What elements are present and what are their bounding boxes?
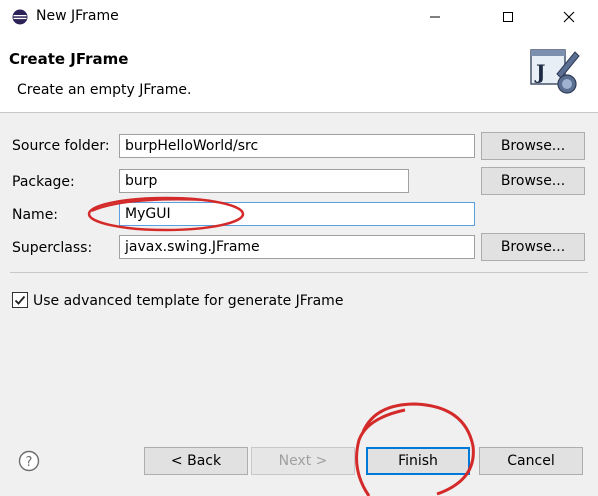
- source-folder-field[interactable]: burpHelloWorld/src: [119, 134, 475, 158]
- next-button[interactable]: Next >: [251, 447, 355, 475]
- source-folder-browse-button[interactable]: Browse...: [481, 132, 585, 160]
- close-button[interactable]: [546, 0, 592, 34]
- package-field[interactable]: burp: [119, 169, 409, 193]
- superclass-field[interactable]: javax.swing.JFrame: [119, 235, 475, 259]
- checkmark-icon: [14, 295, 26, 305]
- jframe-wizard-icon: J: [530, 49, 580, 94]
- form-separator: [10, 272, 588, 273]
- minimize-icon: [430, 16, 440, 18]
- package-label: Package:: [12, 174, 75, 190]
- eclipse-icon: [12, 9, 28, 25]
- name-label: Name:: [12, 207, 59, 223]
- new-jframe-dialog: New JFrame Create JFrame Create an empty…: [0, 0, 598, 496]
- wizard-description: Create an empty JFrame.: [17, 82, 192, 98]
- superclass-browse-button[interactable]: Browse...: [481, 233, 585, 261]
- help-text: ?: [26, 455, 33, 470]
- maximize-icon: [503, 12, 513, 22]
- superclass-label: Superclass:: [12, 240, 93, 256]
- wizard-header: Create JFrame Create an empty JFrame. J: [0, 34, 598, 112]
- close-icon: [563, 11, 575, 23]
- window-title: New JFrame: [36, 8, 119, 24]
- back-button[interactable]: < Back: [144, 447, 248, 475]
- cancel-button[interactable]: Cancel: [479, 447, 583, 475]
- source-folder-label: Source folder:: [12, 138, 110, 154]
- finish-button[interactable]: Finish: [366, 447, 470, 475]
- minimize-button[interactable]: [412, 0, 458, 34]
- wizard-title: Create JFrame: [9, 50, 129, 68]
- package-browse-button[interactable]: Browse...: [481, 167, 585, 195]
- maximize-button[interactable]: [485, 0, 531, 34]
- help-icon[interactable]: ?: [18, 450, 40, 472]
- advanced-template-checkbox[interactable]: [12, 292, 28, 308]
- title-bar: New JFrame: [0, 0, 598, 34]
- svg-text:J: J: [534, 60, 545, 84]
- header-separator: [0, 112, 598, 113]
- advanced-template-label[interactable]: Use advanced template for generate JFram…: [33, 293, 343, 309]
- name-field[interactable]: MyGUI: [119, 202, 475, 226]
